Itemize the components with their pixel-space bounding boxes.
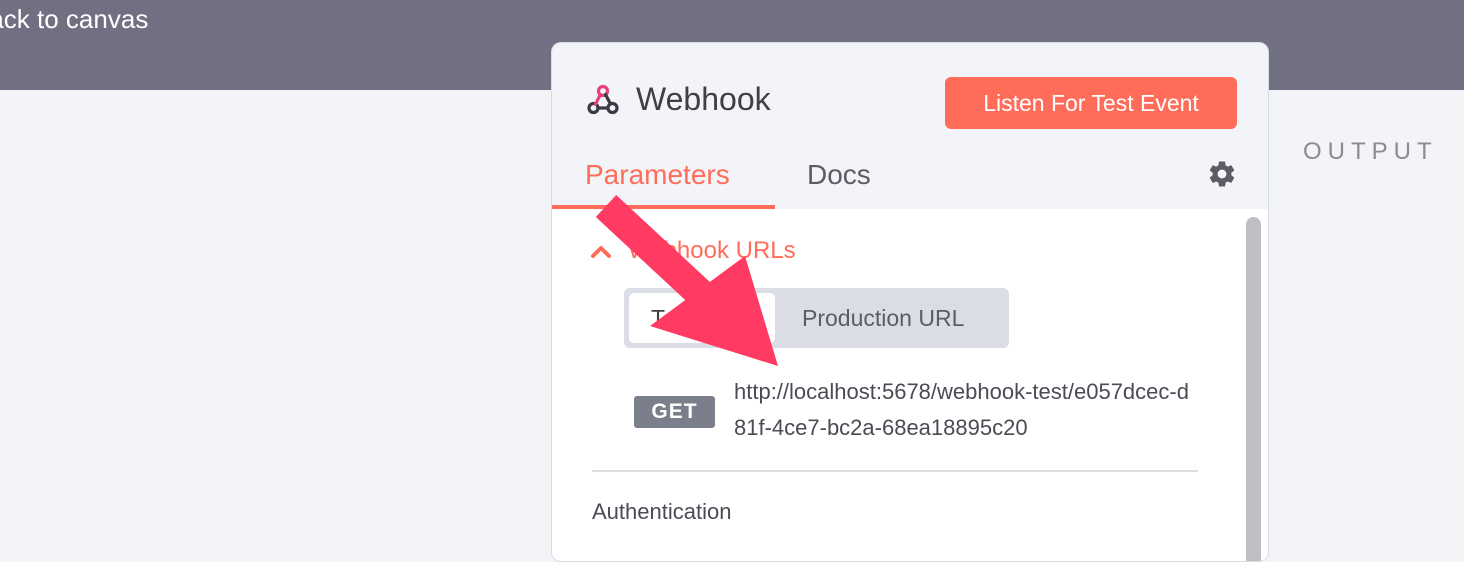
chevron-up-icon bbox=[591, 246, 611, 258]
scrollbar-thumb[interactable] bbox=[1246, 217, 1261, 561]
tab-parameters[interactable]: Parameters bbox=[585, 159, 730, 191]
url-type-toggle: Test URL Production URL bbox=[624, 288, 1009, 348]
webhook-urls-section-toggle[interactable]: Webhook URLs bbox=[590, 237, 796, 265]
authentication-label: Authentication bbox=[592, 499, 732, 524]
node-title: Webhook bbox=[636, 81, 771, 117]
gear-icon[interactable] bbox=[1207, 159, 1237, 189]
listen-for-test-event-button[interactable]: Listen For Test Event bbox=[945, 77, 1237, 129]
webhook-urls-title: Webhook URLs bbox=[628, 237, 796, 264]
scrollbar-track[interactable] bbox=[1238, 209, 1268, 561]
tab-docs[interactable]: Docs bbox=[807, 159, 871, 191]
test-url-option[interactable]: Test URL bbox=[629, 293, 775, 343]
output-panel-label: OUTPUT bbox=[1303, 138, 1438, 165]
section-divider bbox=[592, 470, 1198, 472]
webhook-icon bbox=[587, 84, 619, 114]
production-url-option[interactable]: Production URL bbox=[802, 293, 964, 343]
webhook-url-text[interactable]: http://localhost:5678/webhook-test/e057d… bbox=[734, 374, 1194, 446]
parameters-content: Webhook URLs Test URL Production URL GET… bbox=[552, 209, 1238, 561]
node-header: Webhook bbox=[586, 81, 771, 118]
back-to-canvas-link[interactable]: Back to canvas bbox=[0, 4, 148, 35]
http-method-badge: GET bbox=[634, 396, 715, 428]
node-parameters-panel: Webhook Listen For Test Event Parameters… bbox=[551, 42, 1269, 562]
tab-bar: Parameters Docs bbox=[552, 151, 1268, 209]
